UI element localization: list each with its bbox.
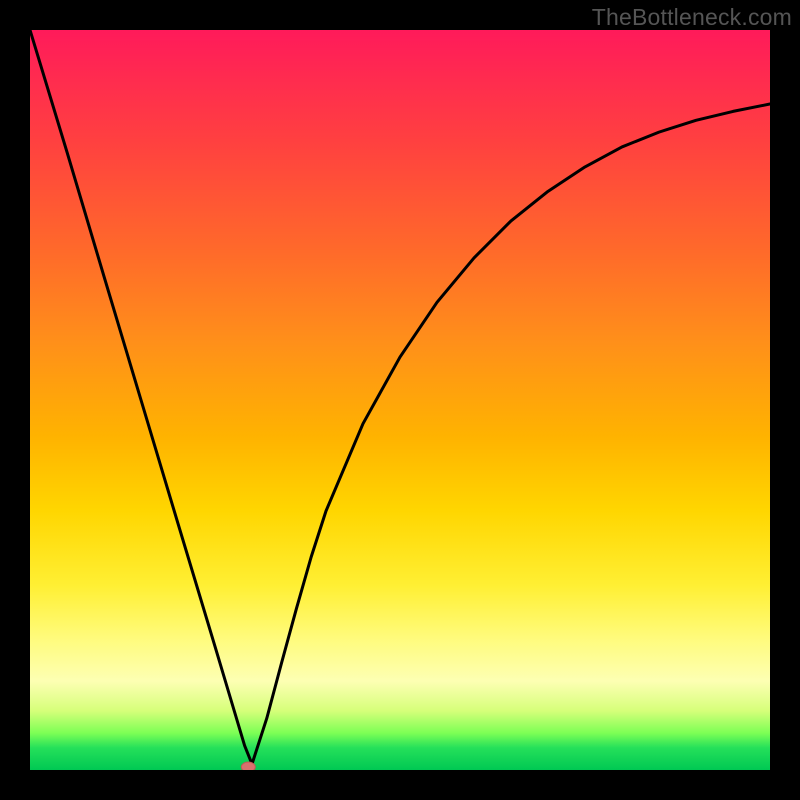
watermark-text: TheBottleneck.com	[592, 4, 792, 31]
bottleneck-curve-path	[30, 30, 770, 764]
chart-frame: TheBottleneck.com	[0, 0, 800, 800]
plot-area	[30, 30, 770, 770]
curve-svg	[30, 30, 770, 770]
optimum-marker	[241, 762, 255, 770]
